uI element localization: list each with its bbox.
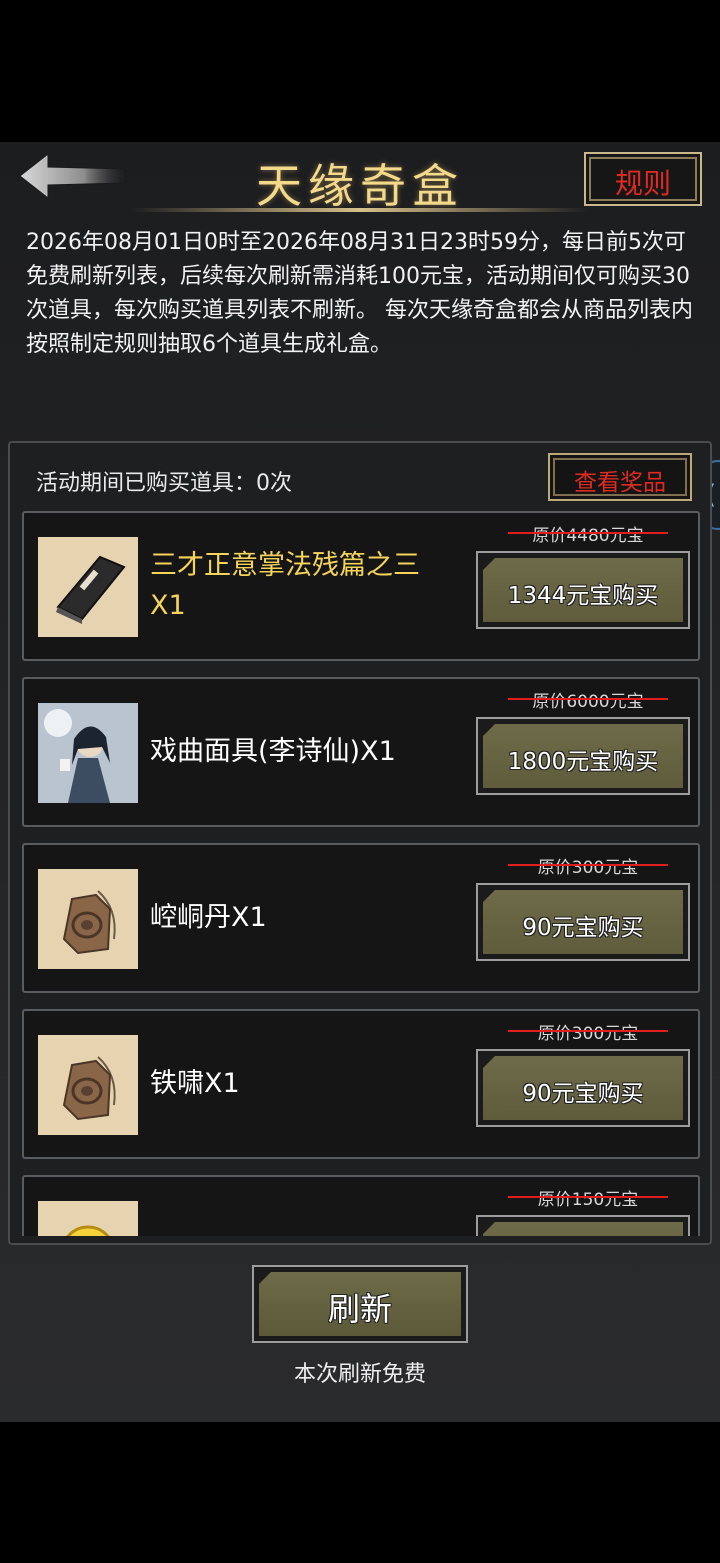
gold-pearl-icon xyxy=(38,1201,138,1236)
rules-button[interactable]: 规则 xyxy=(584,152,702,206)
view-prizes-label: 查看奖品 xyxy=(574,470,666,496)
original-price: 原价6000元宝 xyxy=(508,687,668,712)
original-price-text: 原价4480元宝 xyxy=(532,526,644,546)
book-icon xyxy=(38,537,138,637)
token-pendant-icon xyxy=(38,1035,138,1135)
buy-button-label: 1800元宝购买 xyxy=(507,749,659,775)
buy-button[interactable]: 90元宝购买 xyxy=(476,883,690,961)
rules-button-label: 规则 xyxy=(614,167,671,200)
strikethrough-line xyxy=(508,1030,668,1032)
strikethrough-line xyxy=(508,864,668,866)
shop-item-list[interactable]: 三才正意掌法残篇之三X1 原价4480元宝 1344元宝购买 戏曲面具(李诗仙)… xyxy=(22,511,702,1236)
refresh-button-label: 刷新 xyxy=(327,1290,392,1328)
shop-item: 崆峒丹X1 原价300元宝 90元宝购买 xyxy=(22,843,700,993)
item-name: 戏曲面具(李诗仙)X1 xyxy=(150,736,396,767)
original-price-text: 原价300元宝 xyxy=(537,1024,639,1044)
original-price: 原价150元宝 xyxy=(508,1185,668,1210)
refresh-cost-note: 本次刷新免费 xyxy=(293,1362,426,1387)
purchase-count: 活动期间已购买道具：0次 xyxy=(36,471,292,496)
refresh-button[interactable]: 刷新 xyxy=(252,1265,468,1343)
view-prizes-button[interactable]: 查看奖品 xyxy=(548,453,692,501)
token-pendant-icon xyxy=(38,869,138,969)
buy-button[interactable]: 1800元宝购买 xyxy=(476,717,690,795)
original-price-text: 原价6000元宝 xyxy=(532,692,644,712)
original-price: 原价300元宝 xyxy=(508,1019,668,1044)
original-price-text: 原价150元宝 xyxy=(537,1190,639,1210)
shop-item: 戏曲面具(李诗仙)X1 原价6000元宝 1800元宝购买 xyxy=(22,677,700,827)
item-name: 铁啸X1 xyxy=(150,1068,240,1099)
buy-button-label: 90元宝购买 xyxy=(522,915,644,941)
buy-button[interactable] xyxy=(476,1215,690,1236)
buy-button-label: 90元宝购买 xyxy=(522,1081,644,1107)
item-name: 崆峒丹X1 xyxy=(150,902,267,933)
title-underline xyxy=(130,208,590,212)
strikethrough-line xyxy=(508,532,668,534)
item-name: 三才正意掌法残篇之三X1 xyxy=(150,550,420,621)
original-price-text: 原价300元宝 xyxy=(537,858,639,878)
buy-button[interactable]: 1344元宝购买 xyxy=(476,551,690,629)
original-price: 原价300元宝 xyxy=(508,853,668,878)
item-name xyxy=(150,1177,450,1236)
event-description: 2026年08月01日0时至2026年08月31日23时59分，每日前5次可免费… xyxy=(26,230,693,357)
shop-item: 原价150元宝 xyxy=(22,1175,700,1236)
shop-item: 铁啸X1 原价300元宝 90元宝购买 xyxy=(22,1009,700,1159)
buy-button-label: 1344元宝购买 xyxy=(507,583,659,609)
strikethrough-line xyxy=(508,698,668,700)
swordsman-portrait-icon xyxy=(38,703,138,803)
shop-list-frame: 活动期间已购买道具：0次 查看奖品 三才正意掌法残篇之三X1 原价4480元宝 … xyxy=(8,441,712,1245)
original-price: 原价4480元宝 xyxy=(508,521,668,546)
shop-item: 三才正意掌法残篇之三X1 原价4480元宝 1344元宝购买 xyxy=(22,511,700,661)
buy-button[interactable]: 90元宝购买 xyxy=(476,1049,690,1127)
strikethrough-line xyxy=(508,1196,668,1198)
